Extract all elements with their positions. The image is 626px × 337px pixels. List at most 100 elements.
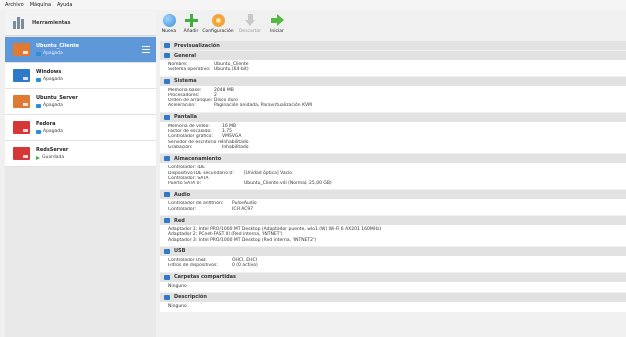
- menu-help[interactable]: Ayuda: [57, 2, 72, 8]
- down-arrow-icon: [244, 14, 257, 27]
- field-label: Grabación:: [168, 144, 193, 150]
- display-section-header[interactable]: Pantalla: [160, 112, 626, 122]
- vm-item-ubuntu-server[interactable]: Ubuntu_Server Apagada: [5, 89, 156, 115]
- redhat-os-icon: [13, 147, 30, 160]
- vm-name: Ubuntu_Server: [36, 95, 78, 101]
- vm-sidebar: Herramientas Ubuntu_Cliente Apagada Wind…: [5, 11, 156, 337]
- vm-name: Fedora: [36, 121, 56, 127]
- preview-section-header[interactable]: Previsualización: [160, 41, 626, 50]
- discard-button[interactable]: Descartar: [236, 14, 264, 40]
- section-title: Previsualización: [174, 42, 220, 49]
- network-adapter-line: Adaptador 3: Intel PRO/1000 MT Desktop (…: [168, 237, 317, 243]
- section-title: Red: [174, 217, 185, 224]
- settings-label: Configuración: [202, 29, 234, 34]
- field-label: Sistema operativo:: [168, 67, 211, 73]
- network-section-body: Adaptador 1: Intel PRO/1000 MT Desktop (…: [160, 225, 626, 246]
- powered-off-icon: [36, 103, 41, 108]
- network-section-header[interactable]: Red: [160, 216, 626, 226]
- vm-state: Apagada: [36, 51, 79, 56]
- vm-state: Apagada: [36, 103, 78, 108]
- vm-state: Apagada: [36, 129, 63, 134]
- speaker-icon: [164, 192, 170, 198]
- section-title: Almacenamiento: [174, 155, 222, 162]
- shared-folders-value: Ninguno: [168, 283, 187, 289]
- add-label: Añadir: [183, 29, 199, 34]
- section-title: Carpetas compartidas: [174, 274, 237, 281]
- vm-item-fedora[interactable]: Fedora Apagada: [5, 115, 156, 141]
- new-button[interactable]: Nueva: [160, 14, 178, 40]
- field-label: Controlador:: [168, 206, 196, 212]
- vm-item-windows[interactable]: Windows Apagada: [5, 63, 156, 89]
- tools-item[interactable]: Herramientas: [5, 11, 156, 36]
- audio-section-header[interactable]: Audio: [160, 190, 626, 200]
- main-toolbar: Nueva Añadir Configuración Descartar Ini…: [160, 14, 286, 40]
- saved-state-icon: [36, 155, 40, 160]
- add-button[interactable]: Añadir: [182, 14, 200, 40]
- settings-button[interactable]: Configuración: [202, 14, 234, 40]
- powered-off-icon: [36, 77, 41, 82]
- general-section-body: Nombre: Ubuntu_Cliente Sistema operativo:…: [160, 60, 626, 76]
- system-section-body: Memoria base: 2048 MB Procesadores: 2 Orde…: [160, 85, 626, 112]
- usb-section-body: Controlador USB: OHCI, EHCI Filtros de di…: [160, 255, 626, 272]
- general-section-header[interactable]: General: [160, 51, 626, 60]
- section-title: Audio: [174, 191, 191, 198]
- start-arrow-icon: [270, 14, 284, 27]
- field-value: Paginación anidada, Paravirtualización K…: [214, 103, 313, 109]
- storage-icon: [164, 156, 170, 162]
- fedora-os-icon: [13, 121, 30, 134]
- start-button[interactable]: Iniciar: [268, 14, 286, 40]
- display-icon: [164, 114, 170, 120]
- powered-off-icon: [36, 129, 41, 134]
- storage-section-body: Controlador: IDE Dispositivo IDE secunda…: [160, 163, 626, 190]
- field-value: ICH AC97: [232, 206, 254, 212]
- menu-machine[interactable]: Máquina: [30, 2, 51, 8]
- vm-state-label: Apagada: [43, 129, 63, 134]
- vm-state-label: Apagada: [43, 77, 63, 82]
- gear-icon: [211, 14, 225, 27]
- storage-section-header[interactable]: Almacenamiento: [160, 154, 626, 164]
- section-title: General: [174, 52, 196, 59]
- vm-state: Guardada: [36, 155, 68, 160]
- section-title: Sistema: [174, 78, 197, 85]
- vm-item-ubuntu-cliente[interactable]: Ubuntu_Cliente Apagada: [5, 37, 156, 63]
- chip-icon: [164, 78, 170, 84]
- field-value: Ubuntu_Cliente.vdi (Normal, 25,00 GB): [244, 181, 332, 187]
- description-icon: [164, 294, 170, 300]
- field-value: [Unidad óptica] Vacío: [244, 170, 293, 176]
- field-label: Filtros de dispositivos:: [168, 263, 218, 269]
- discard-label: Descartar: [238, 29, 262, 34]
- vm-list: Ubuntu_Cliente Apagada Windows Apagada U…: [5, 37, 156, 167]
- folder-icon: [164, 274, 170, 280]
- display-section-body: Memoria de vídeo: 16 MB Factor de escalad…: [160, 121, 626, 154]
- plus-icon: [184, 14, 198, 27]
- general-icon: [164, 53, 170, 58]
- field-label: Aceleración:: [168, 103, 196, 109]
- menu-file[interactable]: Archivo: [5, 2, 24, 8]
- vm-state-label: Apagada: [43, 103, 63, 108]
- network-icon: [164, 218, 170, 224]
- vm-name: RedsServer: [36, 147, 69, 153]
- description-value: Ninguno: [168, 303, 187, 309]
- hamburger-menu-icon[interactable]: [142, 46, 150, 55]
- section-title: Pantalla: [174, 114, 198, 121]
- windows-os-icon: [13, 69, 30, 82]
- start-label: Iniciar: [270, 29, 284, 34]
- shared-folders-section-header[interactable]: Carpetas compartidas: [160, 272, 626, 282]
- vm-name: Windows: [36, 69, 62, 75]
- vm-state: Apagada: [36, 77, 63, 82]
- details-pane: Previsualización General Nombre: Ubuntu_C…: [160, 40, 626, 337]
- description-section-body: Ninguno: [160, 301, 626, 313]
- powered-off-icon: [36, 51, 41, 56]
- description-section-header[interactable]: Descripción: [160, 292, 626, 302]
- monitor-icon: [164, 43, 170, 48]
- field-value: 0 (0 activo): [232, 263, 258, 269]
- field-value: Ubuntu (64-bit): [214, 67, 249, 73]
- system-section-header[interactable]: Sistema: [160, 76, 626, 86]
- usb-section-header[interactable]: USB: [160, 246, 626, 256]
- ubuntu-os-icon: [13, 43, 30, 56]
- audio-section-body: Controlador de anfitrión: PulseAudio Cont…: [160, 199, 626, 216]
- section-title: USB: [174, 248, 186, 255]
- vm-item-redsserver[interactable]: RedsServer Guardada: [5, 141, 156, 167]
- tools-label: Herramientas: [32, 20, 71, 26]
- ubuntu-os-icon: [13, 95, 30, 108]
